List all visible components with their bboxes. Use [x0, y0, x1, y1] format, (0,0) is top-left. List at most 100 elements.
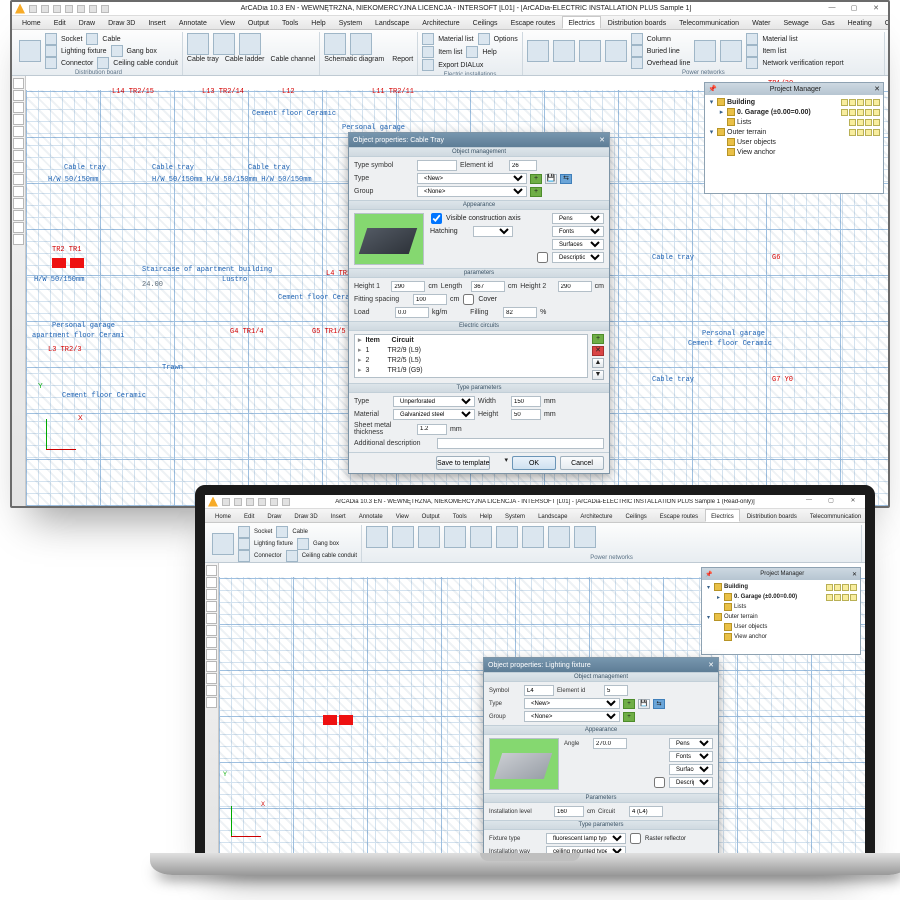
- tab-sewage[interactable]: Sewage: [777, 16, 814, 29]
- hatching-select[interactable]: [473, 226, 513, 237]
- icon[interactable]: [392, 526, 414, 548]
- tool-icon[interactable]: [13, 162, 24, 173]
- tab-heating[interactable]: Heating: [842, 16, 878, 29]
- tab-electrics[interactable]: Electrics: [562, 16, 600, 29]
- cable-icon[interactable]: [86, 33, 98, 45]
- distboard-icon[interactable]: [212, 533, 234, 555]
- report-icon[interactable]: [350, 33, 372, 55]
- lighting-icon[interactable]: [45, 45, 57, 57]
- description-select[interactable]: Description: [552, 252, 604, 263]
- pin-icon[interactable]: 📌: [705, 571, 712, 578]
- tool-icon[interactable]: [13, 102, 24, 113]
- tab-help[interactable]: Help: [305, 16, 331, 29]
- pens-select[interactable]: Pens: [552, 213, 604, 224]
- close-button[interactable]: ✕: [867, 4, 885, 14]
- tab-architecture[interactable]: Architecture: [416, 16, 465, 29]
- tab[interactable]: Architecture: [574, 509, 618, 522]
- qat-icon[interactable]: [65, 5, 73, 13]
- tool-icon[interactable]: [206, 625, 217, 636]
- surfaces-select[interactable]: Surfaces: [552, 239, 604, 250]
- dialog-lighting[interactable]: Object properties: Lighting fixture✕ Obj…: [483, 657, 719, 855]
- fitting-input[interactable]: [413, 294, 447, 305]
- angle-input[interactable]: [593, 738, 627, 749]
- visible-axis-checkbox[interactable]: [430, 213, 443, 224]
- height1-input[interactable]: [391, 281, 425, 292]
- qat-icon[interactable]: [41, 5, 49, 13]
- survey-icon[interactable]: [694, 40, 716, 62]
- export-icon[interactable]: [422, 59, 434, 71]
- tool-icon[interactable]: [206, 661, 217, 672]
- schematic-icon[interactable]: [324, 33, 346, 55]
- type-select[interactable]: <New>: [524, 698, 620, 709]
- symbol-input[interactable]: [524, 685, 554, 696]
- qat-icon[interactable]: [282, 498, 290, 506]
- tab-annotate[interactable]: Annotate: [173, 16, 213, 29]
- tool-icon[interactable]: [13, 150, 24, 161]
- remove-circuit-icon[interactable]: ✕: [592, 346, 604, 356]
- type-symbol-input[interactable]: [417, 160, 457, 171]
- gangbox-label[interactable]: Gang box: [127, 48, 157, 55]
- tab[interactable]: Draw 3D: [288, 509, 323, 522]
- circuit-input[interactable]: [629, 806, 663, 817]
- filling-input[interactable]: [503, 307, 537, 318]
- tool-icon[interactable]: [13, 90, 24, 101]
- socket-label[interactable]: Socket: [61, 36, 82, 43]
- tool-icon[interactable]: [206, 565, 217, 576]
- icon[interactable]: [366, 526, 388, 548]
- group-select[interactable]: <None>: [524, 711, 620, 722]
- elementid-input[interactable]: [604, 685, 628, 696]
- save-icon[interactable]: 💾: [638, 699, 650, 709]
- tab[interactable]: Telecommunication: [804, 509, 865, 522]
- tool-icon[interactable]: [13, 174, 24, 185]
- qat-icon[interactable]: [258, 498, 266, 506]
- maximize-button[interactable]: ▢: [845, 4, 863, 14]
- qat-icon[interactable]: [270, 498, 278, 506]
- project-manager-panel[interactable]: 📌 Project Manager ✕ ▾Building ▸0. Garage…: [704, 82, 884, 194]
- tab[interactable]: Home: [209, 509, 237, 522]
- itemlist-icon[interactable]: [422, 46, 434, 58]
- matlist2-icon[interactable]: [746, 33, 758, 45]
- add-icon[interactable]: +: [623, 699, 635, 709]
- tab-distboards[interactable]: Distribution boards: [602, 16, 672, 29]
- tool-icon[interactable]: [13, 210, 24, 221]
- load-input[interactable]: [395, 307, 429, 318]
- tab[interactable]: Annotate: [353, 509, 389, 522]
- socket-icon[interactable]: [45, 33, 57, 45]
- buried-icon[interactable]: [631, 45, 643, 57]
- lighting-icon[interactable]: [238, 538, 250, 550]
- tool-icon[interactable]: [13, 138, 24, 149]
- group-select[interactable]: <None>: [417, 186, 527, 197]
- icon[interactable]: [548, 526, 570, 548]
- surfaces-select[interactable]: Surfaces: [669, 764, 713, 775]
- qat-icon[interactable]: [222, 498, 230, 506]
- overhead-icon[interactable]: [631, 57, 643, 69]
- lib-icon[interactable]: ⇆: [653, 699, 665, 709]
- lib-icon[interactable]: ⇆: [560, 174, 572, 184]
- connector-icon[interactable]: [45, 57, 57, 69]
- pens-select[interactable]: Pens: [669, 738, 713, 749]
- save-icon[interactable]: 💾: [545, 174, 557, 184]
- width-input[interactable]: [511, 396, 541, 407]
- tab[interactable]: Tools: [447, 509, 473, 522]
- tool-icon[interactable]: [206, 577, 217, 588]
- tab-electrics[interactable]: Electrics: [705, 509, 740, 522]
- tab-draw[interactable]: Draw: [73, 16, 101, 29]
- matlist-icon[interactable]: [422, 33, 434, 45]
- tool-icon[interactable]: [13, 186, 24, 197]
- down-icon[interactable]: ▼: [592, 370, 604, 380]
- close-icon[interactable]: ✕: [874, 85, 880, 93]
- pm-tree[interactable]: ▾Building ▸0. Garage (±0.00=0.00) Lists …: [705, 95, 883, 193]
- channel-icon[interactable]: [239, 33, 261, 55]
- ok-button[interactable]: OK: [512, 456, 556, 470]
- fonts-select[interactable]: Fonts: [669, 751, 713, 762]
- tool-icon[interactable]: [206, 697, 217, 708]
- up-icon[interactable]: ▲: [592, 358, 604, 368]
- connector-label[interactable]: Connector: [61, 60, 93, 67]
- tab-constructions[interactable]: Constructions: [879, 16, 888, 29]
- schematic2-icon[interactable]: [720, 40, 742, 62]
- tab-draw3d[interactable]: Draw 3D: [102, 16, 141, 29]
- add-circuit-icon[interactable]: +: [592, 334, 604, 344]
- qat-icon[interactable]: [234, 498, 242, 506]
- raster-checkbox[interactable]: [629, 833, 642, 844]
- qat-icon[interactable]: [29, 5, 37, 13]
